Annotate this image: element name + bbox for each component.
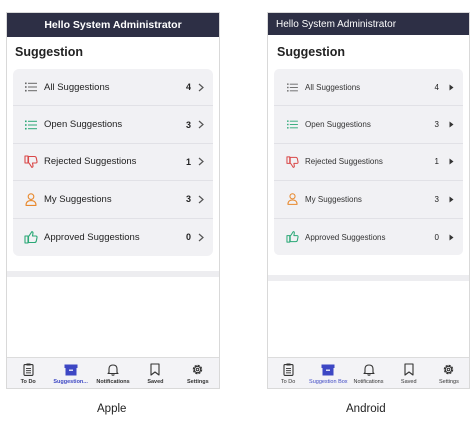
inbox-icon xyxy=(321,362,335,377)
menu-item-label: Open Suggestions xyxy=(44,119,123,131)
tab-label: Saved xyxy=(400,379,417,385)
menu-item-count: 1 xyxy=(185,156,191,167)
menu-item-label: Rejected Suggestions xyxy=(305,157,383,167)
tab-notifications[interactable]: Notifications xyxy=(348,358,388,388)
chevron-right-icon xyxy=(197,194,205,204)
user-icon xyxy=(284,191,300,207)
section-divider xyxy=(268,275,469,281)
menu-item-count: 1 xyxy=(434,157,439,167)
caret-right-icon xyxy=(447,194,455,204)
clipboard-icon xyxy=(21,362,35,377)
caption-apple: Apple xyxy=(97,403,127,415)
tab-suggestion-box[interactable]: Suggestion Box xyxy=(308,358,348,388)
chevron-right-icon xyxy=(197,232,205,242)
tab-label: Notifications xyxy=(96,379,130,385)
chevron-right-icon xyxy=(197,157,205,167)
menu-item-all-suggestions[interactable]: All Suggestions 4 xyxy=(13,69,213,107)
menu-item-count: 3 xyxy=(434,120,439,130)
menu-item-label: My Suggestions xyxy=(305,194,362,204)
menu-item-my-suggestions[interactable]: My Suggestions 3 xyxy=(13,181,213,219)
caret-right-icon xyxy=(447,82,455,92)
caret-right-icon xyxy=(447,120,455,130)
caption-android: Android xyxy=(346,403,386,415)
menu-item-count: 4 xyxy=(185,82,191,93)
list-icon xyxy=(284,79,300,95)
list-icon xyxy=(23,117,39,133)
menu-item-my-suggestions[interactable]: My Suggestions 3 xyxy=(274,181,463,219)
menu-item-open-suggestions[interactable]: Open Suggestions 3 xyxy=(13,106,213,144)
menu-item-approved-suggestions[interactable]: Approved Suggestions 0 xyxy=(274,219,463,256)
menu-item-count: 3 xyxy=(185,194,191,205)
bookmark-icon xyxy=(402,362,416,377)
list-icon xyxy=(284,117,300,133)
thumbs-down-icon xyxy=(284,154,300,170)
suggestion-menu: All Suggestions 4 Open Suggestions 3 Rej… xyxy=(13,69,213,256)
menu-item-count: 3 xyxy=(434,194,439,204)
menu-item-rejected-suggestions[interactable]: Rejected Suggestions 1 xyxy=(274,144,463,182)
menu-item-label: Approved Suggestions xyxy=(44,231,140,243)
caret-right-icon xyxy=(447,157,455,167)
tab-settings[interactable]: Settings xyxy=(429,358,469,388)
list-icon xyxy=(23,79,39,95)
menu-item-count: 0 xyxy=(185,232,191,243)
menu-item-open-suggestions[interactable]: Open Suggestions 3 xyxy=(274,106,463,144)
thumbs-up-icon xyxy=(284,229,300,245)
bell-icon xyxy=(106,362,120,377)
page-title: Suggestion xyxy=(15,45,84,59)
tab-saved[interactable]: Saved xyxy=(389,358,429,388)
tab-notifications[interactable]: Notifications xyxy=(92,358,134,388)
android-phone-screen: Hello System Administrator Suggestion Al… xyxy=(267,12,470,389)
clipboard-icon xyxy=(281,362,295,377)
tab-label: Saved xyxy=(147,379,164,385)
tab-saved[interactable]: Saved xyxy=(134,358,176,388)
tab-settings[interactable]: Settings xyxy=(177,358,219,388)
header-bar: Hello System Administrator xyxy=(7,13,219,37)
tab-label: Settings xyxy=(186,379,209,385)
gear-icon xyxy=(442,362,456,377)
tab-to-do[interactable]: To Do xyxy=(7,358,49,388)
inbox-icon xyxy=(64,362,78,377)
thumbs-down-icon xyxy=(23,154,39,170)
tab-label: To Do xyxy=(20,379,36,385)
menu-item-label: All Suggestions xyxy=(305,82,361,92)
menu-item-count: 0 xyxy=(434,232,439,242)
user-icon xyxy=(23,191,39,207)
bottom-tab-bar: To Do Suggestion... Notifications Saved … xyxy=(7,357,219,388)
page-title: Suggestion xyxy=(277,45,346,59)
menu-item-count: 4 xyxy=(434,82,439,92)
tab-label: Suggestion... xyxy=(53,379,88,385)
section-divider xyxy=(7,271,219,277)
header-greeting: Hello System Administrator xyxy=(276,18,397,30)
bookmark-icon xyxy=(148,362,162,377)
header-greeting: Hello System Administrator xyxy=(44,19,182,31)
menu-item-label: My Suggestions xyxy=(44,193,112,205)
apple-phone-screen: Hello System Administrator Suggestion Al… xyxy=(6,12,220,389)
menu-item-label: All Suggestions xyxy=(44,81,110,93)
menu-item-count: 3 xyxy=(185,119,191,130)
bottom-tab-bar: To Do Suggestion Box Notifications Saved… xyxy=(268,357,469,388)
tab-label: Settings xyxy=(438,379,459,385)
menu-item-approved-suggestions[interactable]: Approved Suggestions 0 xyxy=(13,219,213,256)
menu-item-all-suggestions[interactable]: All Suggestions 4 xyxy=(274,69,463,107)
suggestion-menu: All Suggestions 4 Open Suggestions 3 Rej… xyxy=(274,69,463,255)
chevron-right-icon xyxy=(197,82,205,92)
menu-item-label: Rejected Suggestions xyxy=(44,156,137,168)
caret-right-icon xyxy=(447,232,455,242)
thumbs-up-icon xyxy=(23,229,39,245)
tab-label: Notifications xyxy=(353,379,384,385)
tab-label: Suggestion Box xyxy=(309,379,348,385)
header-bar: Hello System Administrator xyxy=(268,13,469,35)
tab-to-do[interactable]: To Do xyxy=(268,358,308,388)
menu-item-label: Open Suggestions xyxy=(305,120,371,130)
tab-label: To Do xyxy=(280,379,296,385)
menu-item-rejected-suggestions[interactable]: Rejected Suggestions 1 xyxy=(13,144,213,182)
chevron-right-icon xyxy=(197,120,205,130)
bell-icon xyxy=(362,362,376,377)
tab-suggestion-box[interactable]: Suggestion... xyxy=(49,358,91,388)
menu-item-label: Approved Suggestions xyxy=(305,232,386,242)
gear-icon xyxy=(191,362,205,377)
